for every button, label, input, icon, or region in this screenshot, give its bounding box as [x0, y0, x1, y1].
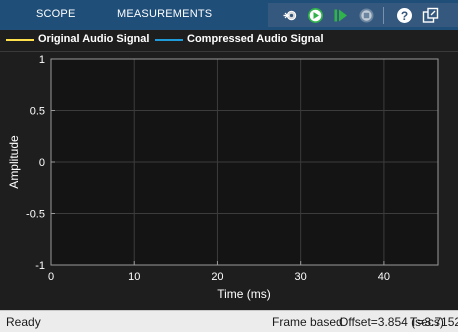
x-tick-label: 20	[211, 271, 223, 283]
toolstrip: SCOPE MEASUREMENTS ?	[0, 0, 458, 30]
status-time: T=3.7152	[410, 315, 458, 329]
y-tick-label: 0.5	[30, 106, 45, 118]
settings-icon[interactable]	[282, 7, 299, 24]
x-axis-label: Time (ms)	[217, 287, 271, 301]
y-axis-label: Amplitude	[7, 135, 21, 189]
y-tick-label: 0	[39, 157, 45, 169]
y-tick-label: 1	[39, 54, 45, 66]
legend-label-compressed: Compressed Audio Signal	[187, 33, 324, 45]
quick-access-toolbar: ?	[268, 3, 458, 27]
x-tick-label: 0	[48, 271, 54, 283]
svg-text:?: ?	[401, 9, 408, 23]
status-bar: Ready Frame based Offset=3.854 (secs) T=…	[0, 310, 458, 332]
legend-swatch-compressed	[155, 39, 183, 41]
y-tick-label: -0.5	[26, 209, 45, 221]
plot-area[interactable]: 0 10 20 30 40 1 0.5 0 -0.5 -1 Time (ms) Amplitud…	[0, 51, 458, 310]
y-tick-label: -1	[35, 260, 45, 272]
x-tick-label: 10	[128, 271, 140, 283]
tab-measurements[interactable]: MEASUREMENTS	[117, 8, 212, 20]
x-tick-label: 40	[378, 271, 390, 283]
legend-swatch-original	[6, 39, 34, 41]
run-icon[interactable]	[307, 7, 324, 24]
step-forward-icon[interactable]	[332, 7, 349, 24]
toolbar-separator	[383, 7, 384, 24]
stop-icon[interactable]	[358, 7, 375, 24]
status-mode: Frame based	[272, 315, 343, 329]
help-icon[interactable]: ?	[396, 7, 413, 24]
legend: Original Audio Signal Compressed Audio S…	[0, 30, 458, 52]
status-ready: Ready	[6, 315, 41, 329]
tab-scope[interactable]: SCOPE	[36, 8, 76, 20]
x-tick-label: 30	[295, 271, 307, 283]
legend-label-original: Original Audio Signal	[38, 33, 150, 45]
undock-icon[interactable]	[422, 7, 439, 24]
